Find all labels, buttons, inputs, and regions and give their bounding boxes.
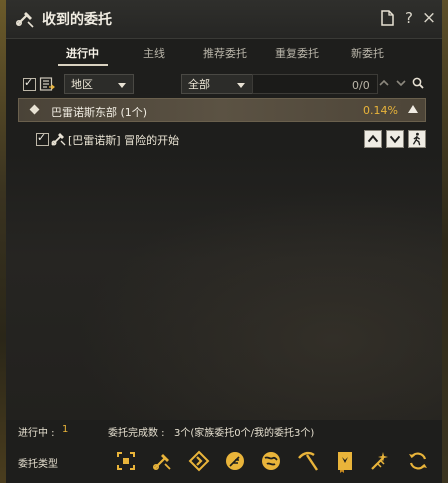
result-count: 0/0 [352,79,370,92]
tab-repeatable[interactable]: 重复委托 [275,45,319,61]
diamond-arrow-icon[interactable] [187,449,211,473]
collapse-icon[interactable] [408,105,418,113]
move-down-icon[interactable] [386,130,404,148]
tab-recommended[interactable]: 推荐委托 [203,45,247,61]
completed-value: 3个(家族委托0个/我的委托3个) [174,428,315,439]
group-name: 巴雷诺斯东部 (1个) [51,106,148,119]
search-icon[interactable] [412,77,424,89]
filter-bar: 地区 全部 0/0 [6,72,442,96]
tab-bar: 进行中 主线 推荐委托 重复委托 新委托 [6,38,442,68]
chevron-down-icon [237,83,245,88]
focus-icon[interactable] [114,449,138,473]
list-options-icon[interactable] [39,76,55,92]
active-tab-indicator [58,64,108,66]
title-bar[interactable]: 收到的委托 ? × [6,0,442,39]
group-diamond-icon [29,104,40,115]
in-progress-label: 进行中 : [18,428,55,439]
move-up-icon[interactable] [364,130,382,148]
help-button[interactable]: ? [400,9,418,27]
auto-navigate-icon[interactable] [408,130,426,148]
region-dropdown-value: 地区 [71,78,93,91]
globe-icon[interactable] [259,449,283,473]
document-icon[interactable] [378,9,396,27]
category-dropdown-value: 全部 [188,78,210,91]
refresh-icon[interactable] [406,449,430,473]
tab-new[interactable]: 新委托 [351,45,384,61]
previous-result-icon[interactable] [378,77,390,89]
background-edge-right [442,0,448,483]
select-all-checkbox[interactable] [23,76,36,91]
close-button[interactable]: × [420,9,438,27]
quest-checkbox[interactable] [36,131,49,146]
background-art [6,150,442,420]
quest-window: 收到的委托 ? × 进行中 主线 推荐委托 重复委托 新委托 地区 全部 [6,0,442,483]
completed-label: 委托完成数 : [108,428,165,439]
next-result-icon[interactable] [395,77,407,89]
category-dropdown[interactable]: 全部 [181,74,253,94]
group-progress: 0.14% [363,104,398,117]
book-icon[interactable] [333,449,357,473]
in-progress-count: 1 [62,424,69,435]
quest-type-icon [51,133,66,146]
quest-list-item[interactable]: [巴雷诺斯] 冒险的开始 [18,128,426,150]
quest-title: [巴雷诺斯] 冒险的开始 [68,134,180,147]
quest-type-filter: 委托类型 [6,446,442,476]
quest-group-header[interactable]: 巴雷诺斯东部 (1个) 0.14% [18,98,426,122]
tab-in-progress[interactable]: 进行中 [66,45,99,61]
tab-main-story[interactable]: 主线 [143,45,165,61]
chevron-down-icon [118,83,126,88]
region-dropdown[interactable]: 地区 [64,74,134,94]
sword-icon[interactable] [150,449,174,473]
feather-icon[interactable] [223,449,247,473]
pickaxe-icon[interactable] [296,449,320,473]
window-title: 收到的委托 [42,12,112,28]
quest-type-label: 委托类型 [18,459,58,470]
status-bar: 进行中 : 1 委托完成数 : 3个(家族委托0个/我的委托3个) [6,424,442,440]
quest-scroll-icon [15,12,34,28]
sparkle-icon[interactable] [369,449,393,473]
